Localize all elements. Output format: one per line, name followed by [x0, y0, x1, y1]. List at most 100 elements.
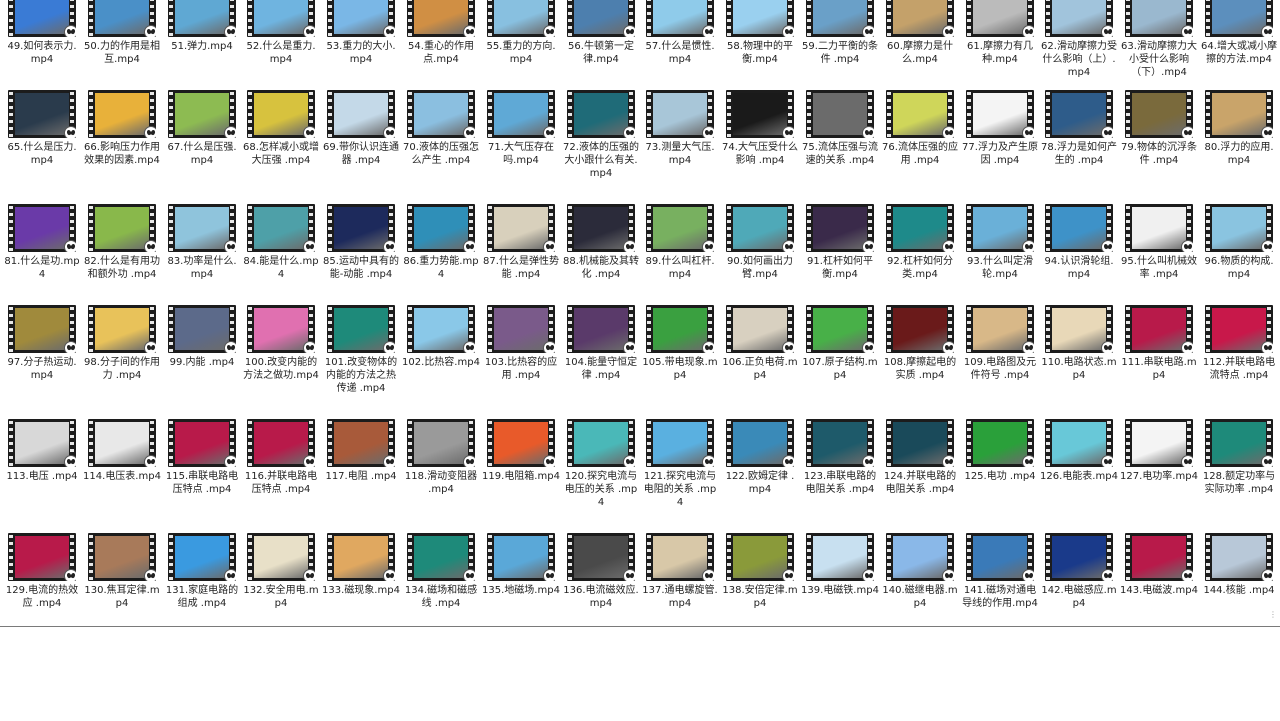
video-file-item[interactable]: 71.大气压存在吗.mp4 — [482, 90, 560, 196]
video-file-item[interactable]: 119.电阻箱.mp4 — [482, 419, 560, 525]
video-file-item[interactable]: 72.液体的压强的大小跟什么有关.mp4 — [562, 90, 640, 196]
video-file-item[interactable]: 136.电流磁效应.mp4 — [562, 533, 640, 626]
video-file-item[interactable]: 91.杠杆如何平衡.mp4 — [801, 204, 879, 310]
video-file-item[interactable]: 59.二力平衡的条件 .mp4 — [801, 0, 879, 95]
video-file-item[interactable]: 57.什么是惯性.mp4 — [641, 0, 719, 95]
video-frame-preview — [574, 308, 628, 350]
video-file-item[interactable]: 131.家庭电路的组成 .mp4 — [163, 533, 241, 626]
video-file-item[interactable]: 64.增大或减小摩擦的方法.mp4 — [1200, 0, 1278, 95]
video-file-item[interactable]: 130.焦耳定律.mp4 — [83, 533, 161, 626]
video-file-item[interactable]: 127.电功率.mp4 — [1120, 419, 1198, 525]
video-file-item[interactable]: 133.磁现象.mp4 — [322, 533, 400, 626]
video-file-item[interactable]: 129.电流的热效应 .mp4 — [3, 533, 81, 626]
video-file-item[interactable]: 113.电压 .mp4 — [3, 419, 81, 525]
video-file-item[interactable]: 101.改变物体的内能的方法之热传递 .mp4 — [322, 305, 400, 411]
video-file-item[interactable]: 115.串联电路电压特点 .mp4 — [163, 419, 241, 525]
video-file-item[interactable]: 87.什么是弹性势能 .mp4 — [482, 204, 560, 310]
video-file-item[interactable]: 92.杠杆如何分类.mp4 — [881, 204, 959, 310]
video-file-item[interactable]: 70.液体的压强怎么产生 .mp4 — [402, 90, 480, 196]
video-file-item[interactable]: 65.什么是压力.mp4 — [3, 90, 81, 196]
video-file-item[interactable]: 123.串联电路的电阻关系 .mp4 — [801, 419, 879, 525]
video-file-item[interactable]: 80.浮力的应用.mp4 — [1200, 90, 1278, 196]
video-file-item[interactable]: 85.运动中具有的能-动能 .mp4 — [322, 204, 400, 310]
video-file-item[interactable]: 128.额定功率与实际功率 .mp4 — [1200, 419, 1278, 525]
video-file-item[interactable]: 60.摩擦力是什么.mp4 — [881, 0, 959, 95]
video-file-item[interactable]: 68.怎样减小或增大压强 .mp4 — [242, 90, 320, 196]
video-file-item[interactable]: 76.流体压强的应用 .mp4 — [881, 90, 959, 196]
video-file-item[interactable]: 109.电路图及元件符号 .mp4 — [961, 305, 1039, 411]
video-file-item[interactable]: 118.滑动变阻器 .mp4 — [402, 419, 480, 525]
video-file-item[interactable]: 102.比热容.mp4 — [402, 305, 480, 411]
video-file-item[interactable]: 104.能量守恒定律 .mp4 — [562, 305, 640, 411]
video-file-item[interactable]: 144.核能 .mp4 — [1200, 533, 1278, 626]
video-file-item[interactable]: 69.带你认识连通器 .mp4 — [322, 90, 400, 196]
video-file-item[interactable]: 82.什么是有用功和额外功 .mp4 — [83, 204, 161, 310]
video-file-item[interactable]: 95.什么叫机械效率 .mp4 — [1120, 204, 1198, 310]
video-file-item[interactable]: 67.什么是压强.mp4 — [163, 90, 241, 196]
video-file-item[interactable]: 66.影响压力作用效果的因素.mp4 — [83, 90, 161, 196]
video-file-item[interactable]: 111.串联电路.mp4 — [1120, 305, 1198, 411]
video-file-item[interactable]: 99.内能 .mp4 — [163, 305, 241, 411]
video-file-item[interactable]: 78.浮力是如何产生的 .mp4 — [1040, 90, 1118, 196]
video-file-item[interactable]: 83.功率是什么.mp4 — [163, 204, 241, 310]
video-file-item[interactable]: 90.如何画出力臂.mp4 — [721, 204, 799, 310]
video-file-item[interactable]: 55.重力的方向.mp4 — [482, 0, 560, 95]
video-file-item[interactable]: 108.摩擦起电的实质 .mp4 — [881, 305, 959, 411]
video-frame-preview — [973, 422, 1027, 464]
video-file-item[interactable]: 50.力的作用是相互.mp4 — [83, 0, 161, 95]
video-file-item[interactable]: 103.比热容的应用 .mp4 — [482, 305, 560, 411]
video-file-item[interactable]: 96.物质的构成.mp4 — [1200, 204, 1278, 310]
video-file-item[interactable]: 97.分子热运动.mp4 — [3, 305, 81, 411]
video-file-item[interactable]: 116.并联电路电压特点 .mp4 — [242, 419, 320, 525]
video-file-item[interactable]: 137.通电螺旋管.mp4 — [641, 533, 719, 626]
video-file-item[interactable]: 88.机械能及其转化 .mp4 — [562, 204, 640, 310]
video-file-item[interactable]: 135.地磁场.mp4 — [482, 533, 560, 626]
video-file-item[interactable]: 62.滑动摩擦力受什么影响（上）.mp4 — [1040, 0, 1118, 95]
video-file-item[interactable]: 56.牛顿第一定律.mp4 — [562, 0, 640, 95]
film-strip-icon — [168, 0, 175, 37]
video-file-item[interactable]: 58.物理中的平衡.mp4 — [721, 0, 799, 95]
video-file-item[interactable]: 107.原子结构.mp4 — [801, 305, 879, 411]
video-file-item[interactable]: 51.弹力.mp4 — [163, 0, 241, 95]
video-file-item[interactable]: 114.电压表.mp4 — [83, 419, 161, 525]
video-file-item[interactable]: 120.探究电流与电压的关系 .mp4 — [562, 419, 640, 525]
video-file-item[interactable]: 89.什么叫杠杆.mp4 — [641, 204, 719, 310]
video-file-item[interactable]: 94.认识滑轮组.mp4 — [1040, 204, 1118, 310]
video-file-item[interactable]: 121.探究电流与电阻的关系 .mp4 — [641, 419, 719, 525]
video-file-item[interactable]: 124.并联电路的电阻关系 .mp4 — [881, 419, 959, 525]
video-file-item[interactable]: 110.电路状态.mp4 — [1040, 305, 1118, 411]
video-file-item[interactable]: 100.改变内能的方法之做功.mp4 — [242, 305, 320, 411]
video-file-item[interactable]: 63.滑动摩擦力大小受什么影响（下）.mp4 — [1120, 0, 1198, 95]
video-file-item[interactable]: 98.分子间的作用力 .mp4 — [83, 305, 161, 411]
video-file-item[interactable]: 134.磁场和磁感线 .mp4 — [402, 533, 480, 626]
video-file-item[interactable]: 138.安倍定律.mp4 — [721, 533, 799, 626]
video-file-item[interactable]: 84.能是什么.mp4 — [242, 204, 320, 310]
video-file-item[interactable]: 117.电阻 .mp4 — [322, 419, 400, 525]
video-file-item[interactable]: 74.大气压受什么影响 .mp4 — [721, 90, 799, 196]
video-file-item[interactable]: 126.电能表.mp4 — [1040, 419, 1118, 525]
video-file-item[interactable]: 132.安全用电.mp4 — [242, 533, 320, 626]
video-file-item[interactable]: 86.重力势能.mp4 — [402, 204, 480, 310]
video-file-item[interactable]: 141.磁场对通电导线的作用.mp4 — [961, 533, 1039, 626]
video-file-item[interactable]: 93.什么叫定滑轮.mp4 — [961, 204, 1039, 310]
video-file-item[interactable]: 143.电磁波.mp4 — [1120, 533, 1198, 626]
video-file-item[interactable]: 53.重力的大小.mp4 — [322, 0, 400, 95]
video-file-item[interactable]: 73.测量大气压.mp4 — [641, 90, 719, 196]
video-file-item[interactable]: 122.欧姆定律 .mp4 — [721, 419, 799, 525]
video-file-item[interactable]: 140.磁继电器.mp4 — [881, 533, 959, 626]
video-file-item[interactable]: 139.电磁铁.mp4 — [801, 533, 879, 626]
video-file-item[interactable]: 142.电磁感应.mp4 — [1040, 533, 1118, 626]
video-file-item[interactable]: 112.并联电路电流特点 .mp4 — [1200, 305, 1278, 411]
resize-grip-icon[interactable]: ⋮ — [1269, 611, 1277, 622]
video-file-item[interactable]: 77.浮力及产生原因 .mp4 — [961, 90, 1039, 196]
video-file-item[interactable]: 79.物体的沉浮条件 .mp4 — [1120, 90, 1198, 196]
video-file-item[interactable]: 75.流体压强与流速的关系 .mp4 — [801, 90, 879, 196]
video-file-item[interactable]: 125.电功 .mp4 — [961, 419, 1039, 525]
video-file-item[interactable]: 105.带电现象.mp4 — [641, 305, 719, 411]
video-file-item[interactable]: 81.什么是功.mp4 — [3, 204, 81, 310]
video-file-item[interactable]: 54.重心的作用点.mp4 — [402, 0, 480, 95]
video-file-item[interactable]: 61.摩擦力有几种.mp4 — [961, 0, 1039, 95]
video-file-item[interactable]: 106.正负电荷.mp4 — [721, 305, 799, 411]
video-file-item[interactable]: 49.如何表示力.mp4 — [3, 0, 81, 95]
video-file-item[interactable]: 52.什么是重力.mp4 — [242, 0, 320, 95]
